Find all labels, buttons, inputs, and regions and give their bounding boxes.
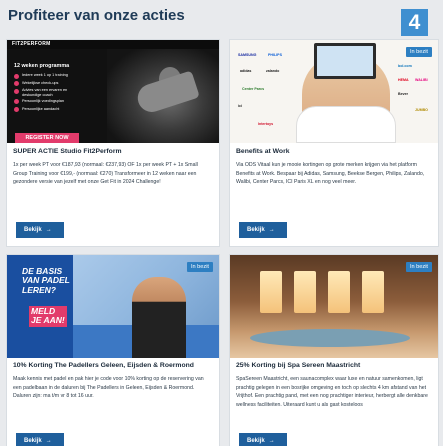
athlete-photo <box>107 49 219 143</box>
check-icon <box>14 99 19 105</box>
brand-logo: adidas <box>240 69 252 73</box>
check-icon <box>14 107 19 113</box>
brand-logo: PHILIPS <box>268 53 282 57</box>
check-icon <box>14 73 19 79</box>
view-offer-button[interactable]: Bekijk → <box>239 222 287 238</box>
owned-badge: In bezit <box>405 262 432 272</box>
padel-player-photo <box>132 277 186 358</box>
owned-badge: In bezit <box>186 262 213 272</box>
program-list: Iedere week 1 op 1 training Wekelijkse c… <box>14 73 80 114</box>
arrow-right-icon: → <box>45 438 52 444</box>
offer-image: FIT2PERFORM 12 weken programma Iedere we… <box>7 40 219 143</box>
list-item: Persoonlijke aandacht <box>14 107 80 113</box>
section-title: Profiteer van onze acties <box>8 7 185 24</box>
brand-logo: bol.com <box>398 64 412 68</box>
list-item: Wekelijkse check-ups <box>14 81 80 87</box>
check-icon <box>14 88 19 94</box>
section-header: Profiteer van onze acties 4 <box>0 0 443 36</box>
brand-logo: Center Parcs <box>242 87 265 91</box>
offer-card-padellers[interactable]: DE BASIS VAN PADEL LEREN? MELD JE AAN! I… <box>6 254 220 446</box>
check-icon <box>14 81 19 87</box>
offer-description: Via ODS Vitaal kun je mooie kortingen op… <box>236 162 425 186</box>
padel-cta: MELD JE AAN! <box>29 306 67 327</box>
brand-logo: SAMSUNG <box>238 53 257 57</box>
brand-logo: Intertoys <box>258 122 274 126</box>
brand-logo: HEMA <box>398 78 409 82</box>
program-heading: 12 weken programma <box>14 63 70 69</box>
offer-card-fit2perform[interactable]: FIT2PERFORM 12 weken programma Iedere we… <box>6 39 220 247</box>
arrow-right-icon: → <box>45 227 52 233</box>
step-number-badge: 4 <box>401 9 428 36</box>
list-item: Iedere week 1 op 1 training <box>14 73 80 79</box>
offer-image: SAMSUNG PHILIPS adidas zalando Center Pa… <box>230 40 438 143</box>
offer-image: DE BASIS VAN PADEL LEREN? MELD JE AAN! I… <box>7 255 219 358</box>
offer-image: In bezit <box>230 255 438 358</box>
laptop-image <box>314 43 376 79</box>
brand-logo: zalando <box>266 69 280 73</box>
offer-description: SpaSereen Maastricht, een saunacomplex w… <box>236 376 428 408</box>
list-item: Persoonlijk voedingsplan <box>14 99 80 105</box>
spa-pool <box>250 329 410 347</box>
offer-description: 1x per week PT voor €187,93 (normaal: €2… <box>13 162 198 186</box>
brand-logo: JUMBO <box>415 108 428 112</box>
view-offer-button[interactable]: Bekijk → <box>239 433 287 446</box>
offer-description: Maak kennis met padel en pak hier je cod… <box>13 376 204 400</box>
offer-title: 25% Korting bij Spa Sereen Maastricht <box>236 362 361 369</box>
offer-title: Benefits at Work <box>236 148 290 155</box>
padel-headline: DE BASIS VAN PADEL LEREN? <box>22 266 70 295</box>
brand-logo: ici <box>238 104 242 108</box>
brand-logo: Bever <box>398 92 408 96</box>
fit2perform-logo: FIT2PERFORM <box>12 41 51 47</box>
brand-logo: WALIBI <box>415 78 428 82</box>
offer-card-spa-sereen[interactable]: In bezit 25% Korting bij Spa Sereen Maas… <box>229 254 439 446</box>
offer-card-benefits-at-work[interactable]: SAMSUNG PHILIPS adidas zalando Center Pa… <box>229 39 439 247</box>
owned-badge: In bezit <box>405 47 432 57</box>
arrow-right-icon: → <box>268 438 275 444</box>
arrow-right-icon: → <box>268 227 275 233</box>
register-banner: REGISTER NOW <box>15 133 79 143</box>
view-offer-button[interactable]: Bekijk → <box>16 433 64 446</box>
list-item: Advies van een ervaren en deskundige coa… <box>14 88 80 97</box>
view-offer-button[interactable]: Bekijk → <box>16 222 64 238</box>
offer-title: SUPER ACTIE Studio Fit2Perform <box>13 148 122 155</box>
offer-title: 10% Korting The Padellers Geleen, Eijsde… <box>13 362 194 369</box>
